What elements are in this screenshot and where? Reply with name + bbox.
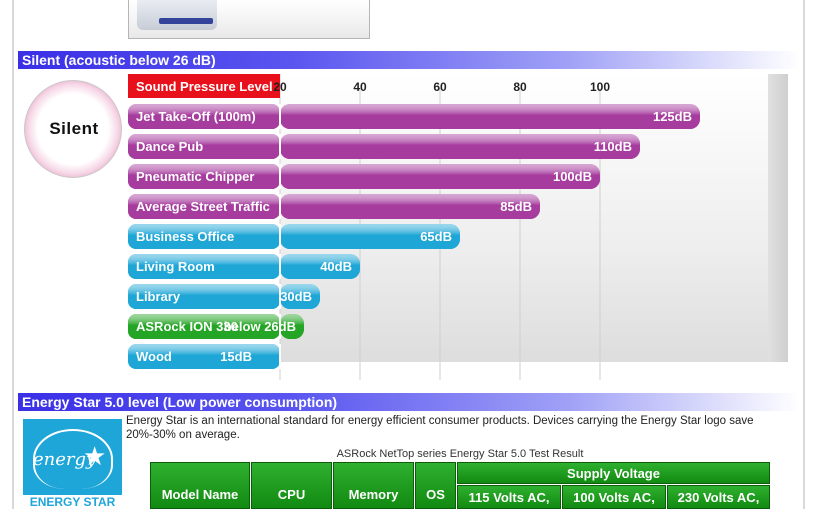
x-tick-label-60: 60 bbox=[433, 80, 447, 94]
header-model-name: Model Name bbox=[150, 462, 250, 509]
energy-star-table: Model Name CPU Memory OS Supply Voltage … bbox=[150, 462, 770, 509]
header-cpu: CPU bbox=[251, 462, 332, 509]
energy-section-header: Energy Star 5.0 level (Low power consump… bbox=[18, 393, 800, 411]
bar-gloss bbox=[280, 134, 640, 159]
bar-category-label: Pneumatic Chipper bbox=[136, 169, 254, 184]
x-tick-label-80: 80 bbox=[513, 80, 527, 94]
bar-value-label: 30dB bbox=[280, 289, 312, 304]
bar-category-label: Jet Take-Off (100m) bbox=[136, 109, 256, 124]
bar-value-label: 85dB bbox=[500, 199, 532, 214]
bar-category-label: Dance Pub bbox=[136, 139, 203, 154]
energy-star-band: ENERGY STAR bbox=[23, 495, 122, 509]
header-230v: 230 Volts AC, bbox=[667, 485, 770, 509]
bar-category-label: Wood bbox=[136, 349, 172, 364]
x-tick-label-20: 20 bbox=[273, 80, 287, 94]
bar-value-label: 110dB bbox=[594, 139, 632, 154]
bar-value-label: 125dB bbox=[653, 109, 692, 124]
header-os: OS bbox=[415, 462, 456, 509]
header-supply-voltage: Supply Voltage bbox=[457, 462, 770, 484]
bar-value-label: 65dB bbox=[420, 229, 452, 244]
energy-star-description: Energy Star is an international standard… bbox=[126, 415, 754, 441]
header-memory: Memory bbox=[333, 462, 414, 509]
header-100v: 100 Volts AC, bbox=[562, 485, 666, 509]
energy-star-band-text: ENERGY STAR bbox=[29, 495, 116, 509]
bar-value-label: 15dB bbox=[220, 349, 252, 364]
star-icon: ★ bbox=[83, 441, 107, 471]
bar-value-label: 100dB bbox=[553, 169, 592, 184]
header-115v: 115 Volts AC, bbox=[457, 485, 561, 509]
chart-title: Sound Pressure Level bbox=[136, 79, 273, 94]
x-tick-label-40: 40 bbox=[353, 80, 367, 94]
bar-value-label: 40dB bbox=[320, 259, 352, 274]
bar-category-label: Living Room bbox=[136, 259, 215, 274]
bar-gloss bbox=[280, 104, 700, 129]
bar-category-label: ASRock ION 330 bbox=[136, 319, 238, 334]
test-result-title: ASRock NetTop series Energy Star 5.0 Tes… bbox=[336, 448, 584, 460]
x-tick-label-100: 100 bbox=[590, 80, 610, 94]
bar-category-label: Average Street Traffic bbox=[136, 199, 270, 214]
bar-value-label: below 26dB bbox=[224, 319, 296, 334]
bar-category-label: Business Office bbox=[136, 229, 234, 244]
page: Silent (acoustic below 26 dB) Silent Sou… bbox=[0, 0, 816, 509]
bar-category-label: Library bbox=[136, 289, 181, 304]
energy-star-logo: energy ★ ENERGY STAR bbox=[23, 419, 122, 509]
